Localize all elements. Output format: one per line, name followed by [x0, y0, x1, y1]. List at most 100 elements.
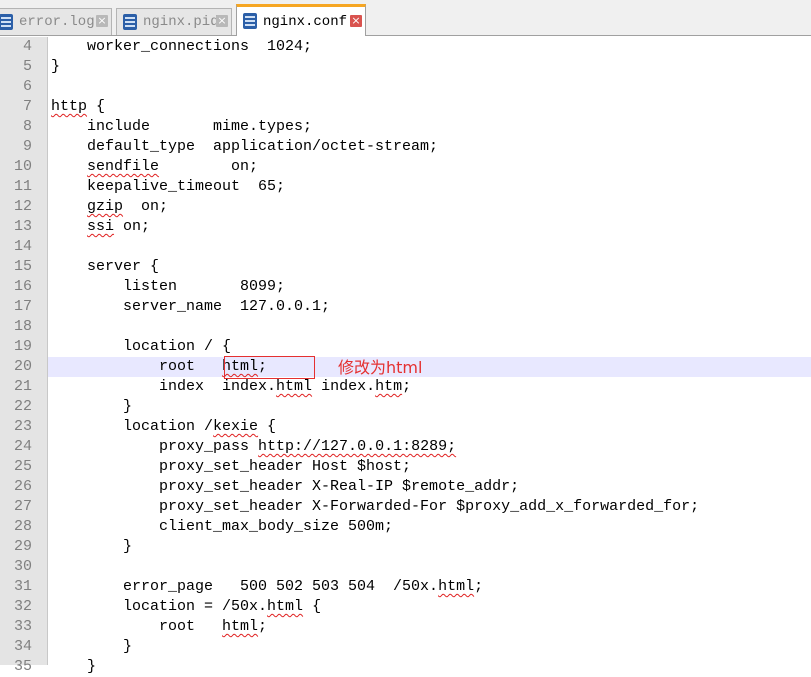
code-line-area[interactable]: index index.html index.htm; [48, 377, 811, 397]
close-icon[interactable]: × [216, 15, 228, 27]
code-line[interactable]: 29 } [0, 537, 811, 557]
line-number: 17 [13, 298, 32, 315]
code-text: location /kexie { [51, 418, 277, 435]
code-line-area[interactable]: } [48, 57, 811, 77]
code-line[interactable]: 7 http { [0, 97, 811, 117]
code-line-area[interactable]: proxy_pass http://127.0.0.1:8289; [48, 437, 811, 457]
line-number: 31 [13, 578, 32, 595]
code-line-area[interactable]: server { [48, 257, 811, 277]
code-line-area[interactable] [48, 317, 811, 337]
code-line-area[interactable] [48, 237, 811, 257]
code-line-area[interactable]: proxy_set_header X-Real-IP $remote_addr; [48, 477, 811, 497]
code-line[interactable]: 23 location /kexie { [0, 417, 811, 437]
code-line[interactable]: 21 index index.html index.htm; [0, 377, 811, 397]
code-line-area[interactable]: location /kexie { [48, 417, 811, 437]
code-line-area[interactable]: include mime.types; [48, 117, 811, 137]
code-line[interactable]: 27 proxy_set_header X-Forwarded-For $pro… [0, 497, 811, 517]
line-number: 6 [22, 78, 32, 95]
code-text: http { [51, 98, 106, 115]
code-text: ssi on; [87, 218, 151, 235]
code-line-area[interactable]: } [48, 397, 811, 417]
code-line-area[interactable]: proxy_set_header Host $host; [48, 457, 811, 477]
code-line[interactable]: 34 } [0, 637, 811, 657]
tab-error-log[interactable]: error.log × [0, 8, 112, 35]
code-line[interactable]: 9 default_type application/octet-stream; [0, 137, 811, 157]
line-number: 11 [13, 178, 32, 195]
code-line[interactable]: 15 server { [0, 257, 811, 277]
code-line-area[interactable] [48, 77, 811, 97]
code-line[interactable]: 8 include mime.types; [0, 117, 811, 137]
tab-nginx-conf[interactable]: nginx.conf × [236, 4, 366, 36]
code-line-area[interactable]: worker_connections 1024; [48, 37, 811, 57]
code-line-area[interactable]: } [48, 537, 811, 557]
code-line[interactable]: 24 proxy_pass http://127.0.0.1:8289; [0, 437, 811, 457]
code-line[interactable]: 25 proxy_set_header Host $host; [0, 457, 811, 477]
file-icon [0, 14, 13, 30]
code-line-area[interactable]: listen 8099; [48, 277, 811, 297]
code-line[interactable]: 26 proxy_set_header X-Real-IP $remote_ad… [0, 477, 811, 497]
code-text: worker_connections 1024; [51, 38, 313, 55]
line-number: 28 [13, 518, 32, 535]
code-line-area[interactable]: keepalive_timeout 65; [48, 177, 811, 197]
code-line-area[interactable]: default_type application/octet-stream; [48, 137, 811, 157]
code-line[interactable]: 28 client_max_body_size 500m; [0, 517, 811, 537]
code-text: keepalive_timeout 65; [51, 178, 286, 195]
code-line[interactable]: 22 } [0, 397, 811, 417]
line-number: 4 [22, 38, 32, 55]
code-line-area[interactable]: error_page 500 502 503 504 /50x.html; [48, 577, 811, 597]
code-line-area[interactable]: location / { [48, 337, 811, 357]
code-line[interactable]: 14 [0, 237, 811, 257]
code-line[interactable]: 4 worker_connections 1024; [0, 37, 811, 57]
code-line-area[interactable]: } [48, 657, 811, 677]
code-line-area[interactable]: } [48, 637, 811, 657]
line-number: 16 [13, 278, 32, 295]
line-number: 10 [13, 158, 32, 175]
code-line[interactable]: 12 gzip on; [0, 197, 811, 217]
code-line[interactable]: 32 location = /50x.html { [0, 597, 811, 617]
code-line[interactable]: 35 } [0, 657, 811, 677]
code-text: proxy_set_header Host $host; [51, 458, 412, 475]
close-icon[interactable]: × [350, 15, 362, 27]
code-text: } [51, 638, 133, 655]
code-text: listen 8099; [51, 278, 286, 295]
code-line[interactable]: 30 [0, 557, 811, 577]
code-line-area[interactable]: http { [48, 97, 811, 117]
code-line[interactable]: 11 keepalive_timeout 65; [0, 177, 811, 197]
line-number: 18 [13, 318, 32, 335]
code-text: } [51, 538, 133, 555]
code-line-area[interactable]: gzip on; [48, 197, 811, 217]
code-text: proxy_pass http://127.0.0.1:8289; [51, 438, 457, 455]
code-line[interactable]: 33 root html; [0, 617, 811, 637]
code-line[interactable]: 18 [0, 317, 811, 337]
code-line[interactable]: 6 [0, 77, 811, 97]
tab-nginx-pid[interactable]: nginx.pid × [116, 8, 232, 35]
code-line[interactable]: 31 error_page 500 502 503 504 /50x.html; [0, 577, 811, 597]
code-text: root html; [51, 618, 268, 635]
code-line-area[interactable]: root html; [48, 617, 811, 637]
file-icon [243, 13, 257, 29]
code-text: include mime.types; [51, 118, 313, 135]
annotation-highlight-box [224, 356, 315, 379]
close-icon[interactable]: × [96, 15, 108, 27]
code-line[interactable]: 10 sendfile on; [0, 157, 811, 177]
code-text: } [51, 58, 61, 75]
code-line-area[interactable]: root html; [48, 357, 811, 377]
line-number: 12 [13, 198, 32, 215]
line-number: 5 [22, 58, 32, 75]
code-text: proxy_set_header X-Real-IP $remote_addr; [51, 478, 520, 495]
line-number: 22 [13, 398, 32, 415]
code-line-area[interactable]: sendfile on; [48, 157, 811, 177]
code-line[interactable]: 13 ssi on; [0, 217, 811, 237]
code-text: gzip on; [87, 198, 169, 215]
code-line-area[interactable]: ssi on; [48, 217, 811, 237]
code-line-area[interactable] [48, 557, 811, 577]
code-line-area[interactable]: proxy_set_header X-Forwarded-For $proxy_… [48, 497, 811, 517]
code-line-area[interactable]: server_name 127.0.0.1; [48, 297, 811, 317]
line-number: 14 [13, 238, 32, 255]
code-line[interactable]: 16 listen 8099; [0, 277, 811, 297]
code-line[interactable]: 5} [0, 57, 811, 77]
code-line-area[interactable]: location = /50x.html { [48, 597, 811, 617]
code-line-area[interactable]: client_max_body_size 500m; [48, 517, 811, 537]
code-editor[interactable]: 4 worker_connections 1024; 5} 6 7 http {8 in… [0, 37, 811, 675]
code-line[interactable]: 17 server_name 127.0.0.1; [0, 297, 811, 317]
